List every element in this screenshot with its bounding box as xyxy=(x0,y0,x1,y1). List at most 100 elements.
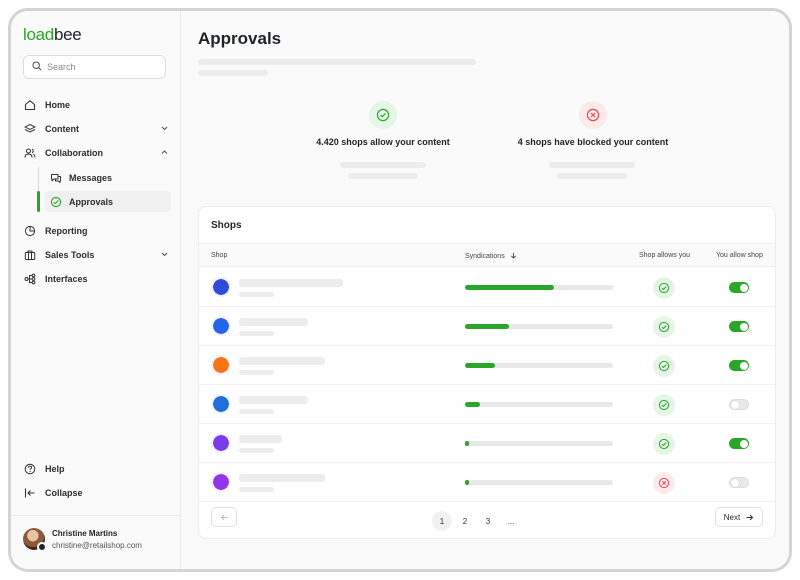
check-circle-icon xyxy=(653,394,675,416)
nav-label-collapse: Collapse xyxy=(45,488,83,498)
syndications-progress-fill xyxy=(465,441,470,446)
x-circle-icon xyxy=(579,101,607,129)
pagination: 1 2 3 ... Next xyxy=(199,507,775,537)
nav-label-sales-tools: Sales Tools xyxy=(45,250,95,260)
check-circle-icon xyxy=(653,355,675,377)
toggle-knob xyxy=(731,401,739,409)
nav-item-home[interactable]: Home xyxy=(23,95,169,115)
page-number-1[interactable]: 1 xyxy=(432,511,452,531)
nav-item-help[interactable]: Help xyxy=(23,459,169,479)
sidebar: loadbee Home Content Collaboration Mes xyxy=(11,11,181,569)
syndications-progress xyxy=(465,480,613,485)
nav-item-collaboration[interactable]: Collaboration xyxy=(23,143,169,163)
shop-logo-icon xyxy=(211,433,231,453)
you-allow-shop-toggle[interactable] xyxy=(729,360,749,371)
check-circle-icon xyxy=(653,433,675,455)
stat-allowed-label: 4.420 shops allow your content xyxy=(316,137,450,147)
search-input[interactable] xyxy=(47,62,157,72)
page-number-3[interactable]: 3 xyxy=(478,511,498,531)
chevron-down-icon[interactable] xyxy=(160,124,169,135)
syndications-progress-fill xyxy=(465,480,470,485)
arrow-down-icon xyxy=(510,252,516,259)
chevron-up-icon[interactable] xyxy=(160,148,169,159)
stat-allowed: 4.420 shops allow your content xyxy=(288,101,478,147)
arrow-right-icon xyxy=(746,514,754,520)
nav-item-content[interactable]: Content xyxy=(23,119,169,139)
column-header-syndications[interactable]: Syndications xyxy=(465,252,517,260)
table-row[interactable] xyxy=(199,424,775,463)
page-ellipsis: ... xyxy=(507,516,515,526)
collapse-icon xyxy=(23,486,37,500)
you-allow-shop-toggle[interactable] xyxy=(729,477,749,488)
nav-label-messages: Messages xyxy=(69,172,113,183)
you-allow-shop-toggle[interactable] xyxy=(729,438,749,449)
shop-logo-icon xyxy=(211,355,231,375)
avatar xyxy=(23,528,47,552)
you-allow-shop-toggle[interactable] xyxy=(729,399,749,410)
nav-item-interfaces[interactable]: Interfaces xyxy=(23,269,169,289)
toggle-knob xyxy=(739,283,748,292)
brand-logo[interactable]: loadbee xyxy=(23,25,82,45)
table-row[interactable] xyxy=(199,268,775,307)
nav-item-messages[interactable]: Messages xyxy=(45,167,171,188)
card-title: Shops xyxy=(211,220,242,231)
you-allow-shop-toggle[interactable] xyxy=(729,321,749,332)
column-header-you-allow: You allow shop xyxy=(716,252,763,259)
shop-meta-placeholder xyxy=(239,370,274,375)
home-icon xyxy=(23,98,37,112)
stat-placeholder xyxy=(340,162,426,168)
users-icon xyxy=(23,146,37,160)
description-placeholder xyxy=(198,70,268,76)
shop-name-placeholder xyxy=(239,357,325,365)
table-row[interactable] xyxy=(199,463,775,502)
nav-item-reporting[interactable]: Reporting xyxy=(23,221,169,241)
shop-name-placeholder xyxy=(239,435,282,443)
messages-icon xyxy=(49,171,63,185)
stat-placeholder xyxy=(348,173,418,179)
page-number-2[interactable]: 2 xyxy=(455,511,475,531)
nav-label-approvals: Approvals xyxy=(69,196,114,207)
page-title: Approvals xyxy=(198,29,282,48)
you-allow-shop-toggle[interactable] xyxy=(729,282,749,293)
syndications-progress-fill xyxy=(465,324,510,329)
help-icon xyxy=(23,462,37,476)
user-profile[interactable]: Christine Martins christine@retailshop.c… xyxy=(11,515,181,569)
previous-page-button[interactable] xyxy=(211,507,237,527)
collaboration-submenu: Messages Approvals xyxy=(38,167,171,213)
table-row[interactable] xyxy=(199,385,775,424)
nav-item-approvals[interactable]: Approvals xyxy=(45,191,171,212)
syndications-progress xyxy=(465,402,613,407)
shop-meta-placeholder xyxy=(239,292,274,297)
shop-logo-icon xyxy=(211,277,231,297)
stat-blocked-label: 4 shops have blocked your content xyxy=(517,137,669,147)
nav-item-sales-tools[interactable]: Sales Tools xyxy=(23,245,169,265)
stat-placeholder xyxy=(557,173,627,179)
search-icon xyxy=(32,58,42,76)
column-header-shop: Shop xyxy=(211,252,228,259)
syndications-progress xyxy=(465,441,613,446)
shop-logo-icon xyxy=(211,316,231,336)
chevron-down-icon[interactable] xyxy=(160,250,169,261)
syndications-progress xyxy=(465,363,613,368)
table-row[interactable] xyxy=(199,307,775,346)
stat-placeholder xyxy=(549,162,635,168)
syndications-progress-fill xyxy=(465,402,480,407)
next-page-button[interactable]: Next xyxy=(715,507,763,527)
column-header-shop-allows: Shop allows you xyxy=(639,252,690,259)
interfaces-icon xyxy=(23,272,37,286)
shop-meta-placeholder xyxy=(239,448,274,453)
shops-card: Shops Shop Syndications Shop allows you … xyxy=(198,206,776,539)
nav-label-content: Content xyxy=(45,124,79,134)
syndications-progress-fill xyxy=(465,285,554,290)
nav-item-collapse[interactable]: Collapse xyxy=(23,483,169,503)
app-window: loadbee Home Content Collaboration Mes xyxy=(8,8,792,572)
syndications-progress-fill xyxy=(465,363,495,368)
shop-meta-placeholder xyxy=(239,487,274,492)
table-row[interactable] xyxy=(199,346,775,385)
toggle-knob xyxy=(731,479,739,487)
next-label: Next xyxy=(723,512,741,522)
check-circle-icon xyxy=(369,101,397,129)
toggle-knob xyxy=(739,361,748,370)
search-box[interactable] xyxy=(23,55,166,79)
nav-label-help: Help xyxy=(45,464,65,474)
